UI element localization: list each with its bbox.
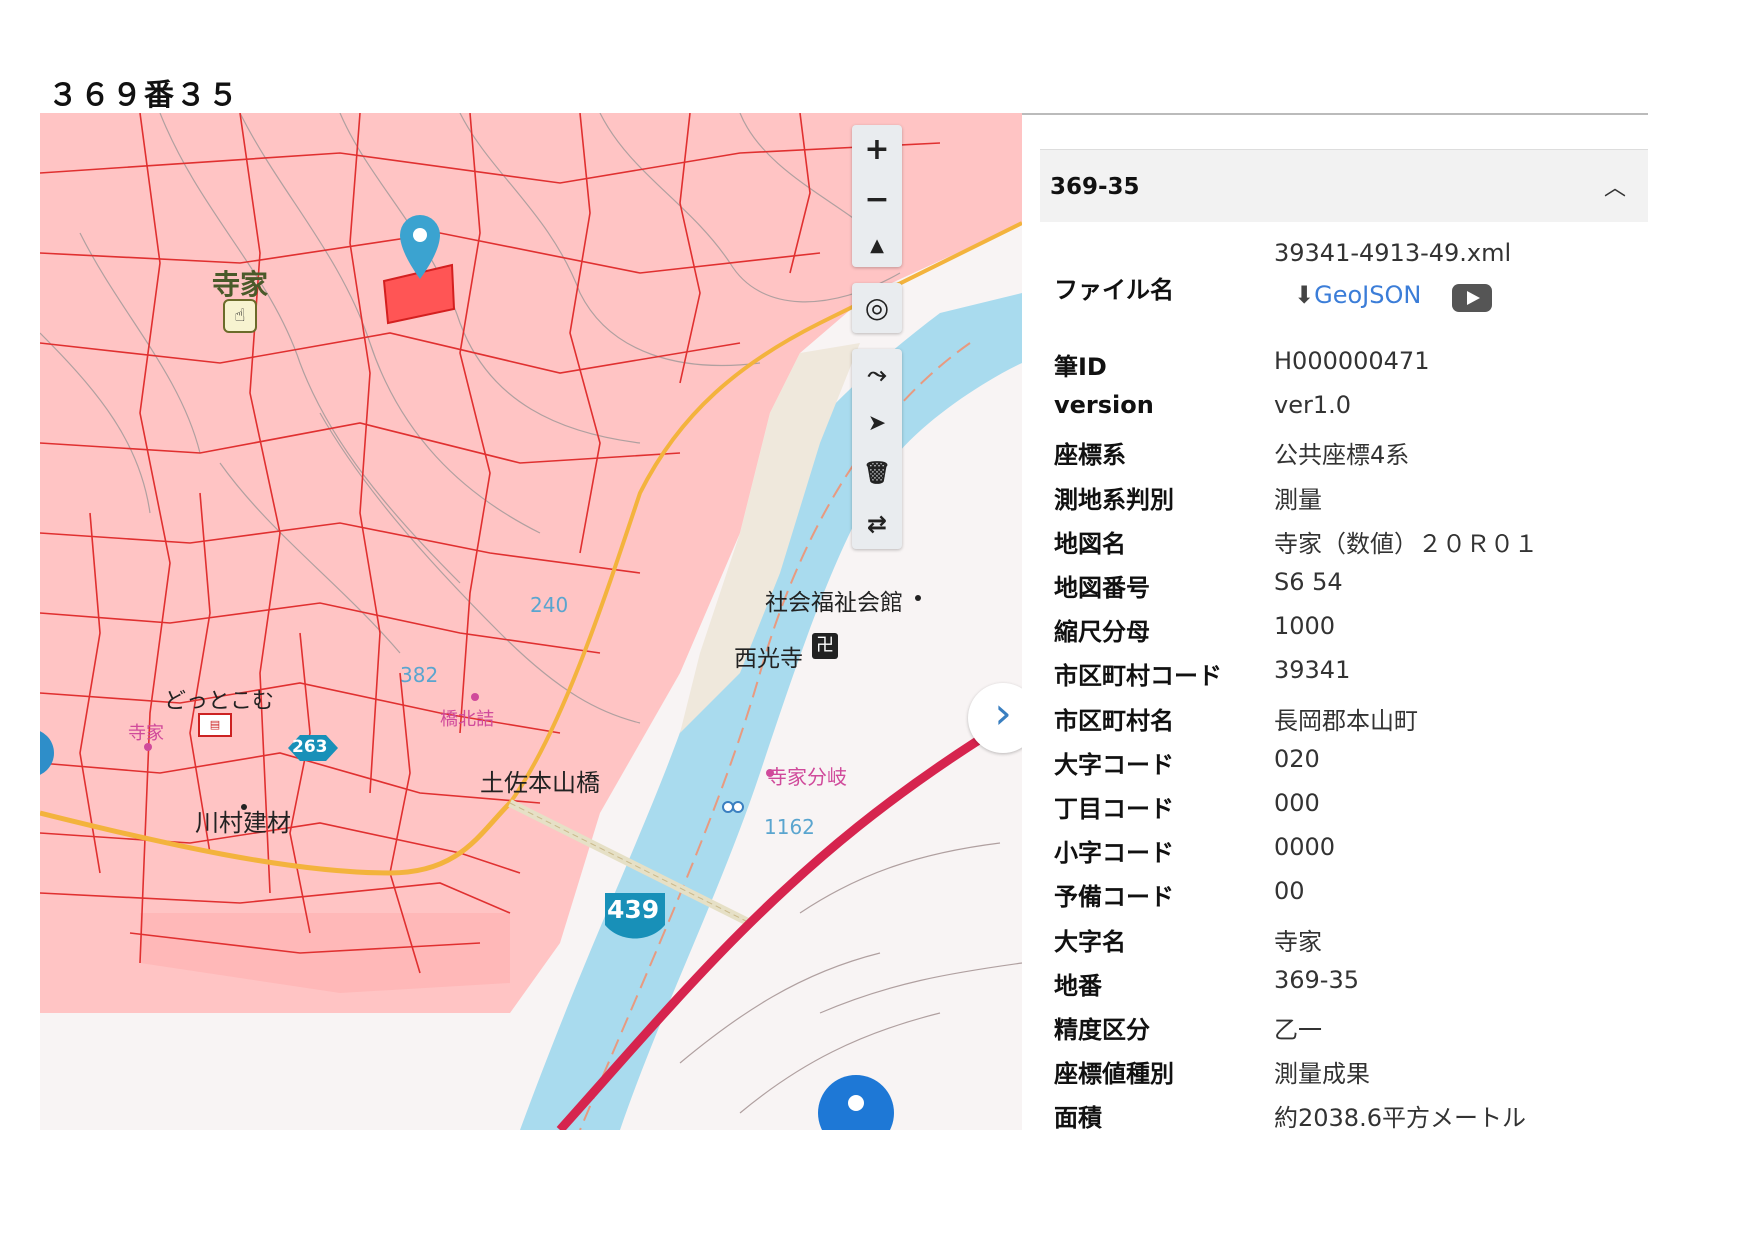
parcel-info-panel: 369-35 ︿ ファイル名 39341-4913-49.xml ⬇GeoJSO… xyxy=(1022,113,1648,1130)
geolocate-control: ◎ xyxy=(852,283,902,333)
select-tool-button[interactable]: ➤ xyxy=(852,399,902,449)
info-row-key: 面積 xyxy=(1054,1104,1102,1130)
info-row-value: 長岡郡本山町 xyxy=(1274,707,1418,735)
info-row-key: 縮尺分母 xyxy=(1054,618,1150,646)
map-label-dottodomu: どっとこむ xyxy=(164,689,275,714)
info-row-value: H000000471 xyxy=(1274,347,1430,375)
file-name-label: ファイル名 xyxy=(1054,276,1174,304)
map-label-tosa-bridge: 土佐本山橋 xyxy=(480,769,600,797)
info-row-value: 公共座標4系 xyxy=(1274,441,1410,469)
info-row-value: 00 xyxy=(1274,877,1305,905)
draw-line-button[interactable]: ⤳ xyxy=(852,349,902,399)
info-row-key: 地図番号 xyxy=(1054,574,1150,602)
info-row-value: 0000 xyxy=(1274,833,1336,861)
youtube-icon[interactable] xyxy=(1452,284,1492,312)
info-row-value: ver1.0 xyxy=(1274,391,1352,419)
info-row-key: 大字コード xyxy=(1054,751,1174,779)
tourist-spot-icon: ☝ xyxy=(223,299,257,333)
zoom-control: + − ▲ xyxy=(852,125,902,267)
zoom-out-button[interactable]: − xyxy=(852,175,902,225)
info-row-key: 座標値種別 xyxy=(1054,1060,1174,1088)
compass-button[interactable]: ▲ xyxy=(852,225,902,267)
info-row-value: S6 54 xyxy=(1274,568,1343,596)
delete-button[interactable]: 🗑 xyxy=(852,449,902,499)
info-row-key: 大字名 xyxy=(1054,928,1126,956)
info-row-value: 測量 xyxy=(1274,486,1322,514)
shop-icon: ▤ xyxy=(198,713,232,737)
geojson-download-link[interactable]: ⬇GeoJSON xyxy=(1294,281,1421,309)
swap-button[interactable]: ⇄ xyxy=(852,499,902,549)
map-label-elev-1162: 1162 xyxy=(764,815,815,839)
info-row-key: 小字コード xyxy=(1054,839,1174,867)
info-row-value: 寺家（数値）２０Ｒ０１ xyxy=(1274,530,1538,558)
info-row-value: 寺家 xyxy=(1274,928,1322,956)
info-row-value: 約2038.6平方メートル xyxy=(1274,1104,1526,1130)
info-row-value: 乙一 xyxy=(1274,1016,1322,1044)
info-row-value: 39341 xyxy=(1274,656,1351,684)
route-439-label: 439 xyxy=(607,895,660,924)
info-row-key: 市区町村名 xyxy=(1054,707,1174,735)
info-row-key: 座標系 xyxy=(1054,441,1126,469)
info-row-key: 地番 xyxy=(1054,972,1102,1000)
download-icon: ⬇ xyxy=(1294,281,1315,309)
info-row-value: 369-35 xyxy=(1274,966,1360,994)
info-row-value: 1000 xyxy=(1274,612,1336,640)
chevron-up-icon[interactable]: ︿ xyxy=(1604,170,1626,202)
map-label-kawamura: 川村建材 xyxy=(195,809,291,837)
map-label-shakai-fukushi: 社会福祉会館 xyxy=(765,590,903,616)
map-label-teraie-station: 寺家 xyxy=(128,723,164,744)
zoom-in-button[interactable]: + xyxy=(852,125,902,175)
map-label-saikoji: 西光寺 xyxy=(734,646,803,672)
info-row-key: version xyxy=(1054,391,1154,419)
info-row-value: 000 xyxy=(1274,789,1320,817)
map-view[interactable]: 寺家 ☝ どっとこむ 寺家 ▤ 川村建材 橋北詰 土佐本山橋 社会福祉会館 西光… xyxy=(40,113,1022,1130)
parcel-accordion-header[interactable]: 369-35 ︿ xyxy=(1040,149,1648,222)
info-row-key: 市区町村コード xyxy=(1054,662,1222,690)
file-name-value: 39341-4913-49.xml xyxy=(1274,239,1512,267)
geojson-label: GeoJSON xyxy=(1314,281,1422,309)
parcel-title: 369-35 xyxy=(1050,174,1140,200)
info-row-key: 予備コード xyxy=(1054,883,1174,911)
info-row-key: 丁目コード xyxy=(1054,795,1174,823)
map-label-elev-382: 382 xyxy=(400,663,439,687)
map-label-teraie-bunki: 寺家分岐 xyxy=(767,765,847,789)
info-row-key: 筆ID xyxy=(1054,353,1107,381)
info-row-value: 020 xyxy=(1274,745,1320,773)
page-title: ３６９番３５ xyxy=(48,78,240,113)
locate-button[interactable]: ◎ xyxy=(852,283,902,333)
info-row-key: 地図名 xyxy=(1054,530,1126,558)
map-label-teraie: 寺家 xyxy=(212,268,269,301)
info-row-key: 測地系判別 xyxy=(1054,486,1174,514)
temple-icon: 卍 xyxy=(812,633,838,659)
map-label-kyohokuzume: 橋北詰 xyxy=(440,709,494,730)
draw-toolbar: ⤳ ➤ 🗑 ⇄ xyxy=(852,349,902,549)
info-row-key: 精度区分 xyxy=(1054,1016,1150,1044)
map-label-elev-240: 240 xyxy=(530,593,569,617)
info-row-value: 測量成果 xyxy=(1274,1060,1370,1088)
route-263-label: 263 xyxy=(292,737,328,757)
